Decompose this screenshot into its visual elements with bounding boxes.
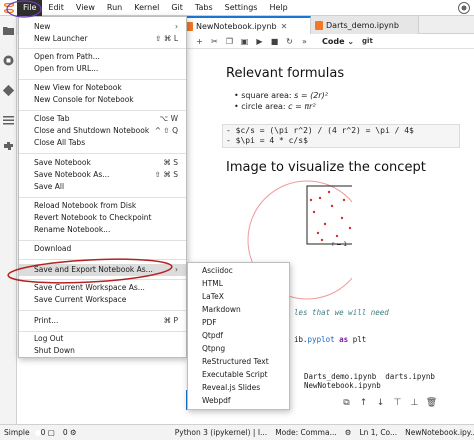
restart-icon[interactable]: ↻ xyxy=(282,35,297,48)
ls-output-line2: NewNotebook.ipynb xyxy=(304,381,381,390)
table-of-contents-icon[interactable] xyxy=(2,114,15,127)
copy-icon[interactable]: ❐ xyxy=(222,35,237,48)
file-menu-new[interactable]: New › xyxy=(19,21,186,33)
kernel-count: 0 ⚙ xyxy=(62,428,77,437)
file-menu-new-console[interactable]: New Console for Notebook xyxy=(19,94,186,106)
submenu-arrow-icon: › xyxy=(175,22,178,31)
left-activity-bar xyxy=(0,16,17,424)
running-sessions-icon[interactable] xyxy=(2,54,15,67)
menu-run[interactable]: Run xyxy=(101,0,128,16)
current-file: NewNotebook.ipy... xyxy=(405,428,474,437)
tab-label: NewNotebook.ipynb xyxy=(196,21,277,31)
insert-above-icon[interactable]: ⊤ xyxy=(389,396,406,410)
jupyterlab-window: File Edit View Run Kernel Git Tabs Setti… xyxy=(0,0,474,440)
jupyter-logo-icon xyxy=(1,0,17,16)
menu-kernel[interactable]: Kernel xyxy=(128,0,165,16)
file-menu-save-workspace[interactable]: Save Current Workspace xyxy=(19,294,186,306)
file-menu-close-shutdown[interactable]: Close and Shutdown Notebook ^ ⇧ Q xyxy=(19,125,186,137)
file-menu-save-workspace-as[interactable]: Save Current Workspace As... xyxy=(19,282,186,294)
file-browser-icon[interactable] xyxy=(2,24,15,37)
figure-radius-label: r = 1 xyxy=(332,241,348,248)
file-menu-reload[interactable]: Reload Notebook from Disk xyxy=(19,200,186,212)
file-menu-dropdown: New › New Launcher ⇧ ⌘ L Open from Path...… xyxy=(18,16,187,358)
export-submenu: Asciidoc HTML LaTeX Markdown PDF Qtpdf Q… xyxy=(187,262,290,410)
heading-relevant-formulas: Relevant formulas xyxy=(226,66,345,81)
export-slides[interactable]: Reveal.js Slides xyxy=(188,382,289,394)
cursor-position[interactable]: Ln 1, Co... xyxy=(355,428,401,437)
file-menu-new-launcher[interactable]: New Launcher ⇧ ⌘ L xyxy=(19,33,186,45)
cut-icon[interactable]: ✂ xyxy=(207,35,222,48)
export-qtpdf[interactable]: Qtpdf xyxy=(188,330,289,342)
file-menu-revert[interactable]: Revert Notebook to Checkpoint xyxy=(19,212,186,224)
stop-icon[interactable]: ■ xyxy=(267,35,282,48)
notebook-icon xyxy=(315,20,323,30)
file-menu-save-as[interactable]: Save Notebook As... ⇧ ⌘ S xyxy=(19,169,186,181)
cell-type-select[interactable]: Code ⌄ xyxy=(322,37,354,46)
paste-icon[interactable]: ▣ xyxy=(237,35,252,48)
file-menu-save-export[interactable]: Save and Export Notebook As... › xyxy=(19,264,186,276)
export-markdown[interactable]: Markdown xyxy=(188,304,289,316)
file-menu-close-tab[interactable]: Close Tab ⌥ W xyxy=(19,113,186,125)
add-cell-icon[interactable]: + xyxy=(192,35,207,48)
file-menu-close-all[interactable]: Close All Tabs xyxy=(19,137,186,149)
theme-toggle-icon[interactable] xyxy=(458,1,470,14)
export-pdf[interactable]: PDF xyxy=(188,317,289,329)
export-qtpng[interactable]: Qtpng xyxy=(188,343,289,355)
heading-image-visualize: Image to visualize the concept xyxy=(226,160,426,175)
file-menu-rename[interactable]: Rename Notebook... xyxy=(19,224,186,236)
file-menu-shutdown[interactable]: Shut Down xyxy=(19,345,186,357)
menu-view[interactable]: View xyxy=(70,0,101,16)
tab-darts-demo[interactable]: Darts_demo.ipynb xyxy=(311,16,419,34)
git-icon[interactable] xyxy=(2,84,15,97)
fast-forward-icon[interactable]: » xyxy=(297,35,312,48)
export-script[interactable]: Executable Script xyxy=(188,369,289,381)
file-menu-open-path[interactable]: Open from Path... xyxy=(19,51,186,63)
menu-help[interactable]: Help xyxy=(263,0,293,16)
file-menu-logout[interactable]: Log Out xyxy=(19,333,186,345)
notebook-toolbar: + ✂ ❐ ▣ ▶ ■ ↻ » Code ⌄ git xyxy=(186,34,474,49)
export-html[interactable]: HTML xyxy=(188,278,289,290)
menu-settings[interactable]: Settings xyxy=(219,0,264,16)
code-comment: les that we will need xyxy=(294,308,389,317)
extensions-icon[interactable] xyxy=(2,140,15,153)
status-bar: Simple 0 ▢ 0 ⚙ Python 3 (ipykernel) | I.… xyxy=(0,424,474,440)
bullet-circle-area: • circle area: c = πr² xyxy=(234,102,316,111)
kernel-status[interactable]: Python 3 (ipykernel) | I... xyxy=(171,428,271,437)
ls-output-line1: Darts_demo.ipynb darts.ipynb xyxy=(304,372,435,381)
menu-git[interactable]: Git xyxy=(165,0,189,16)
notebook-mode: Mode: Comma... xyxy=(275,428,337,437)
settings-gear-icon[interactable]: ⚙ xyxy=(341,428,356,437)
duplicate-cell-icon[interactable]: ⧉ xyxy=(338,396,355,410)
tab-newnotebook[interactable]: NewNotebook.ipynb ✕ xyxy=(181,16,311,34)
cell-toolbar: ⧉ ↑ ↓ ⊤ ⊥ 🗑 xyxy=(338,395,474,411)
simple-mode-label: Simple xyxy=(4,428,30,437)
code-import-line: ib.pyplot as plt xyxy=(294,335,367,344)
markdown-source-cell[interactable]: - $c/s = (\pi r^2) / (4 r^2) = \pi / 4$ … xyxy=(222,124,460,148)
file-menu-save[interactable]: Save Notebook ⌘ S xyxy=(19,157,186,169)
move-down-icon[interactable]: ↓ xyxy=(372,396,389,410)
menu-edit[interactable]: Edit xyxy=(42,0,70,16)
bullet-square-area: • square area: s = (2r)² xyxy=(234,91,328,100)
run-icon[interactable]: ▶ xyxy=(252,35,267,48)
menu-tabs[interactable]: Tabs xyxy=(189,0,219,16)
close-icon[interactable]: ✕ xyxy=(281,22,288,31)
export-rst[interactable]: ReStructured Text xyxy=(188,356,289,368)
delete-cell-icon[interactable]: 🗑 xyxy=(423,396,440,410)
git-toolbar-button[interactable]: git xyxy=(362,37,373,45)
submenu-arrow-icon: › xyxy=(175,265,178,274)
dart-points xyxy=(309,190,352,242)
file-menu-download[interactable]: Download xyxy=(19,243,186,255)
move-up-icon[interactable]: ↑ xyxy=(355,396,372,410)
export-latex[interactable]: LaTeX xyxy=(188,291,289,303)
menubar: File Edit View Run Kernel Git Tabs Setti… xyxy=(0,0,474,16)
tab-label: Darts_demo.ipynb xyxy=(326,20,399,30)
insert-below-icon[interactable]: ⊥ xyxy=(406,396,423,410)
file-menu-new-view[interactable]: New View for Notebook xyxy=(19,82,186,94)
menu-file[interactable]: File xyxy=(17,0,43,16)
file-menu-print[interactable]: Print... ⌘ P xyxy=(19,315,186,327)
export-asciidoc[interactable]: Asciidoc xyxy=(188,265,289,277)
file-menu-save-all[interactable]: Save All xyxy=(19,181,186,193)
file-menu-open-url[interactable]: Open from URL... xyxy=(19,63,186,75)
export-webpdf[interactable]: Webpdf xyxy=(188,395,289,407)
